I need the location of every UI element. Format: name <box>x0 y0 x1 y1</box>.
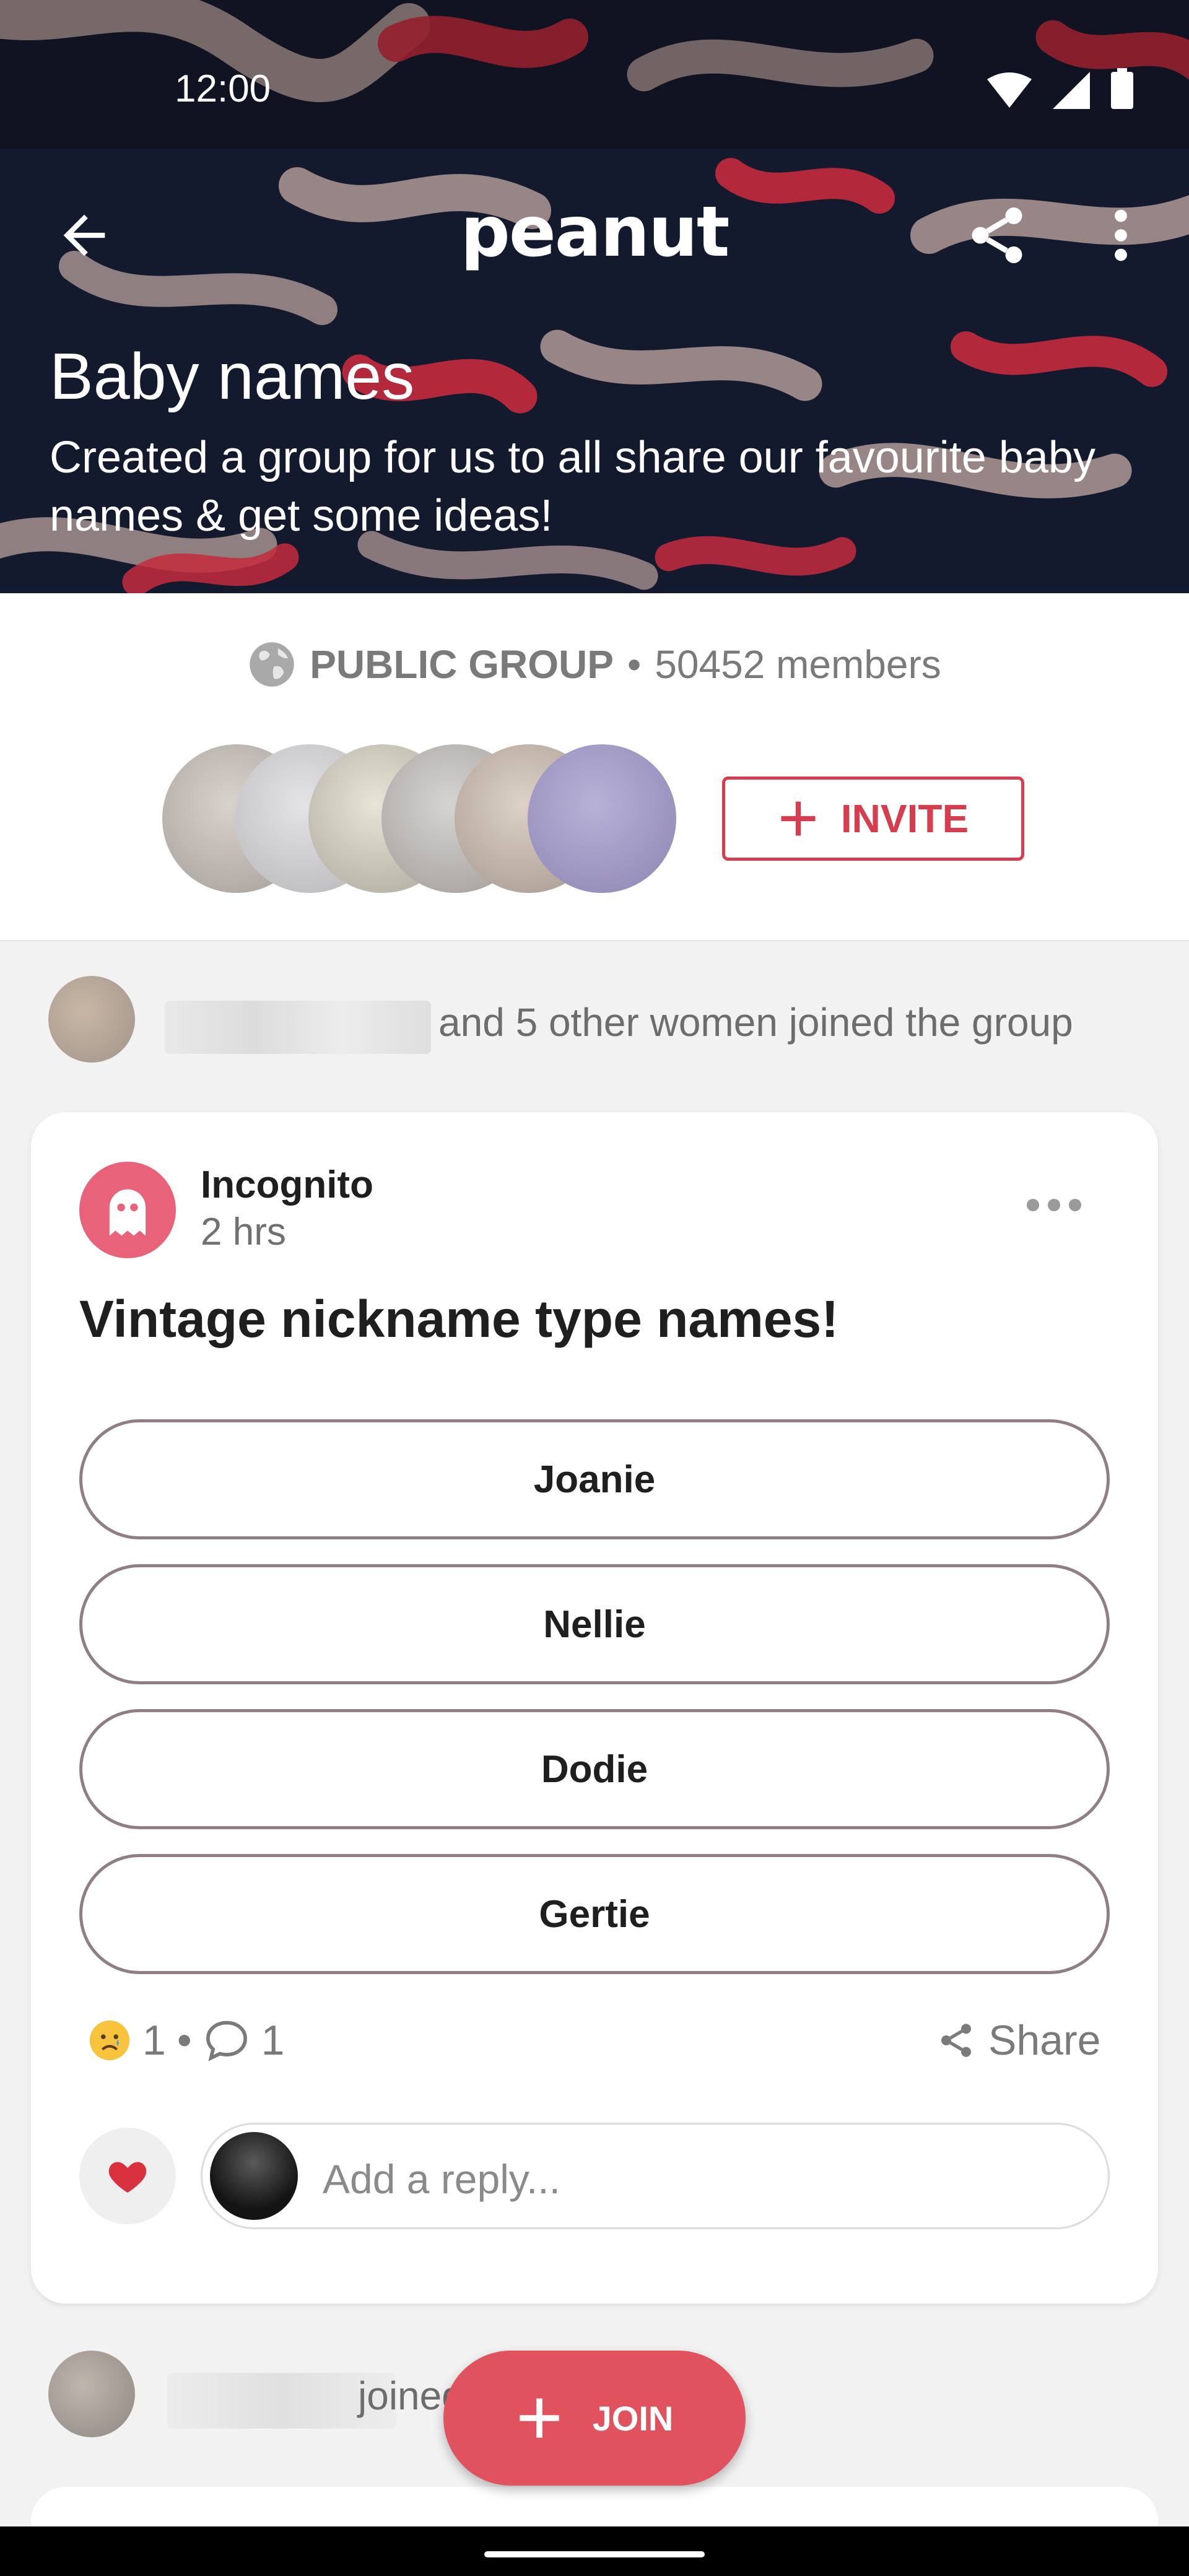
home-handle[interactable] <box>484 2551 705 2557</box>
join-activity[interactable]: and 5 other women joined the group <box>48 976 1151 1069</box>
poll-option[interactable]: Nellie <box>79 1564 1110 1684</box>
reply-input[interactable]: Add a reply... <box>201 2123 1110 2229</box>
activity-text: and 5 other women joined the group <box>438 1000 1073 1045</box>
member-avatar <box>528 744 676 893</box>
more-horiz-icon <box>1027 1199 1039 1211</box>
status-icons <box>987 68 1133 109</box>
author-avatar <box>79 1162 176 1258</box>
share-label: Share <box>988 2017 1101 2064</box>
current-user-avatar <box>210 2132 298 2220</box>
ghost-icon <box>109 1189 146 1236</box>
group-description: Created a group for us to all share our … <box>50 433 1095 541</box>
post-author[interactable]: Incognito <box>201 1163 373 1207</box>
avatar <box>48 976 135 1063</box>
status-bar: 12:00 <box>0 0 1189 149</box>
status-time: 12:00 <box>175 67 271 110</box>
more-options-button[interactable] <box>1102 202 1139 269</box>
meta-separator: • <box>627 642 642 687</box>
invite-label: INVITE <box>840 796 969 841</box>
wifi-icon <box>987 72 1032 108</box>
plus-icon <box>519 2398 559 2438</box>
share-icon <box>972 207 1022 263</box>
group-type: PUBLIC GROUP <box>310 642 614 687</box>
signal-icon <box>1053 72 1090 109</box>
poll-option[interactable]: Joanie <box>79 1419 1110 1539</box>
join-label: JOIN <box>592 2398 674 2438</box>
sad-emoji-icon <box>89 2020 130 2061</box>
post-title: Vintage nickname type names! <box>79 1290 839 1348</box>
join-button[interactable]: JOIN <box>443 2351 746 2486</box>
app-bar: peanut <box>0 180 1189 291</box>
poll-option[interactable]: Dodie <box>79 1709 1110 1829</box>
invite-button[interactable]: INVITE <box>722 777 1024 861</box>
heart-icon <box>108 2162 147 2193</box>
group-header: 12:00 peanut Baby names Created a group … <box>0 0 1189 593</box>
member-avatars[interactable] <box>162 744 676 893</box>
system-nav-bar <box>0 2526 1189 2576</box>
reaction-summary[interactable]: 1 • 1 <box>88 2016 284 2065</box>
blurred-username <box>165 1001 431 1054</box>
reply-placeholder: Add a reply... <box>323 2156 560 2202</box>
comment-count: 1 <box>261 2017 285 2064</box>
globe-icon <box>250 642 294 687</box>
post-time: 2 hrs <box>201 1211 286 1253</box>
poll-option[interactable]: Gertie <box>79 1854 1110 1974</box>
reaction-separator: • <box>176 2017 192 2064</box>
more-vert-icon <box>1115 209 1127 261</box>
comment-icon <box>206 2021 247 2061</box>
share-icon <box>941 2024 971 2057</box>
member-count: 50452 members <box>655 642 941 687</box>
like-button[interactable] <box>79 2128 176 2224</box>
post-card: Incognito 2 hrs Vintage nickname type na… <box>31 1112 1158 2304</box>
battery-icon <box>1111 68 1133 109</box>
reaction-count: 1 <box>142 2017 166 2064</box>
post-more-button[interactable] <box>1027 1199 1081 1211</box>
avatar <box>48 2351 135 2437</box>
group-info: PUBLIC GROUP • 50452 members INVITE <box>0 593 1189 941</box>
plus-icon <box>781 801 816 836</box>
group-title: Baby names <box>50 340 415 413</box>
post-share-button[interactable]: Share <box>936 2016 1100 2065</box>
group-meta: PUBLIC GROUP • 50452 members <box>0 640 1189 689</box>
share-button[interactable] <box>964 202 1030 269</box>
